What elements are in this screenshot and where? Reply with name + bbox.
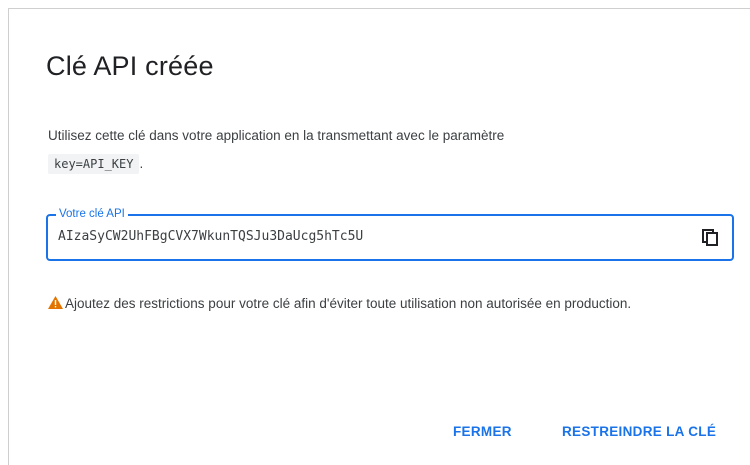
warning-message: Ajoutez des restrictions pour votre clé … xyxy=(48,291,728,317)
dialog-title: Clé API créée xyxy=(46,51,214,81)
dialog-description: Utilisez cette clé dans votre applicatio… xyxy=(48,122,708,178)
api-key-created-dialog: Clé API créée Utilisez cette clé dans vo… xyxy=(8,8,750,465)
warning-text: Ajoutez des restrictions pour votre clé … xyxy=(65,296,632,311)
close-button[interactable]: FERMER xyxy=(445,418,520,445)
api-key-value[interactable]: AIzaSyCW2UhFBgCVX7WkunTQSJu3DaUcg5hTc5U xyxy=(58,229,363,244)
api-key-field[interactable]: Votre clé API AIzaSyCW2UhFBgCVX7WkunTQSJ… xyxy=(46,207,734,261)
warning-icon xyxy=(48,292,63,309)
api-key-label: Votre clé API xyxy=(56,207,128,221)
description-text: Utilisez cette clé dans votre applicatio… xyxy=(48,128,505,143)
screen: Clé API créée Utilisez cette clé dans vo… xyxy=(0,0,750,465)
description-suffix: . xyxy=(139,156,144,171)
copy-icon[interactable] xyxy=(700,227,720,247)
restrict-key-button[interactable]: RESTREINDRE LA CLÉ xyxy=(554,418,724,445)
param-code: key=API_KEY xyxy=(48,154,140,174)
